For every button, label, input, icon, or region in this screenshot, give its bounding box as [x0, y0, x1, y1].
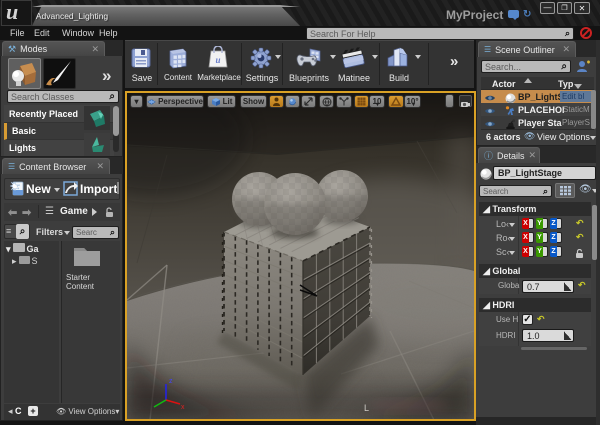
- svg-text:z: z: [169, 378, 173, 385]
- svg-text:L: L: [364, 403, 369, 413]
- svg-text:u: u: [215, 55, 220, 65]
- svg-text:x: x: [181, 404, 185, 411]
